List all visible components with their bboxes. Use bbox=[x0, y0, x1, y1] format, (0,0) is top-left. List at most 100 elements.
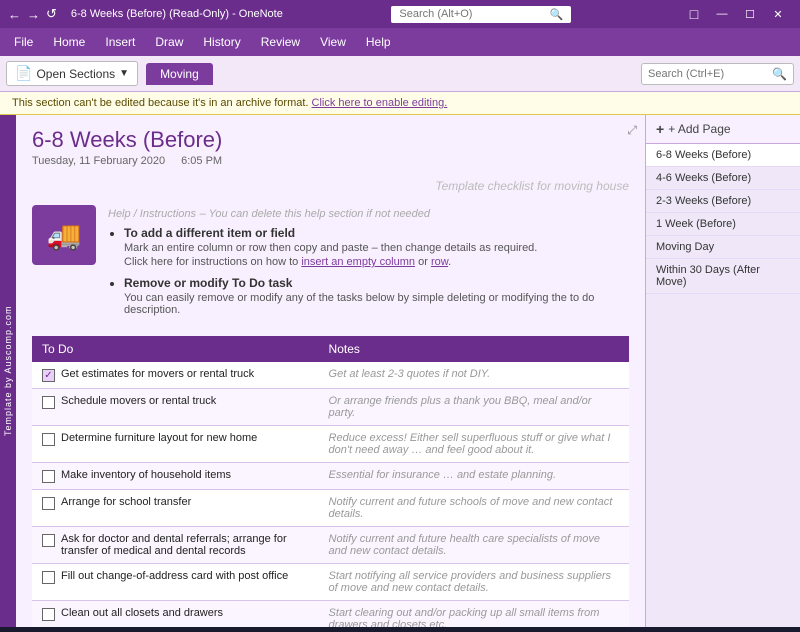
title-search-input[interactable] bbox=[399, 8, 545, 20]
help-item-1: To add a different item or field Mark an… bbox=[124, 226, 629, 268]
main-layout: Template by Auscomp.com ⤢ 6-8 Weeks (Bef… bbox=[0, 115, 800, 627]
page-item[interactable]: Moving Day bbox=[646, 236, 800, 259]
menu-draw[interactable]: Draw bbox=[145, 31, 193, 53]
page-item[interactable]: 2-3 Weeks (Before) bbox=[646, 190, 800, 213]
table-row: ✓ Get estimates for movers or rental truc… bbox=[32, 362, 629, 389]
task-label: Determine furniture layout for new home bbox=[61, 432, 257, 444]
search-box[interactable]: 🔍 bbox=[641, 63, 794, 85]
note-title: 6-8 Weeks (Before) bbox=[32, 127, 629, 153]
task-cell: ✓ Get estimates for movers or rental truc… bbox=[32, 362, 319, 389]
minimize-button[interactable]: — bbox=[708, 0, 736, 28]
task-label: Make inventory of household items bbox=[61, 469, 231, 481]
todo-checkbox[interactable]: ✓ bbox=[42, 369, 55, 382]
toolbar-row: 📄 Open Sections ▼ Moving 🔍 bbox=[0, 56, 800, 92]
add-icon: + bbox=[656, 121, 664, 137]
table-row: Clean out all closets and drawers Start c… bbox=[32, 601, 629, 628]
task-label: Clean out all closets and drawers bbox=[61, 607, 223, 619]
page-item[interactable]: 1 Week (Before) bbox=[646, 213, 800, 236]
task-label: Arrange for school transfer bbox=[61, 496, 191, 508]
notes-cell: Essential for insurance … and estate pla… bbox=[319, 463, 629, 490]
menu-home[interactable]: Home bbox=[43, 31, 95, 53]
task-cell: Arrange for school transfer bbox=[32, 490, 319, 527]
menu-view[interactable]: View bbox=[310, 31, 356, 53]
menu-file[interactable]: File bbox=[4, 31, 43, 53]
notes-cell: Start clearing out and/or packing up all… bbox=[319, 601, 629, 628]
open-sections-label: Open Sections bbox=[36, 67, 115, 81]
page-item[interactable]: 4-6 Weeks (Before) bbox=[646, 167, 800, 190]
task-cell: Schedule movers or rental truck bbox=[32, 389, 319, 426]
insert-column-link[interactable]: insert an empty column bbox=[301, 256, 415, 268]
notebook-icon-btn[interactable]: □ bbox=[680, 0, 708, 28]
table-row: Ask for doctor and dental referrals; arr… bbox=[32, 527, 629, 564]
help-item-2-text: You can easily remove or modify any of t… bbox=[124, 292, 629, 316]
task-label: Schedule movers or rental truck bbox=[61, 395, 216, 407]
task-cell: Clean out all closets and drawers bbox=[32, 601, 319, 628]
warning-text: This section can't be edited because it'… bbox=[12, 97, 312, 109]
search-icon: 🔍 bbox=[550, 8, 564, 21]
content-area: ⤢ 6-8 Weeks (Before) Tuesday, 11 Februar… bbox=[16, 115, 645, 627]
task-cell: Determine furniture layout for new home bbox=[32, 426, 319, 463]
menu-review[interactable]: Review bbox=[251, 31, 310, 53]
help-title: Help / Instructions – You can delete thi… bbox=[108, 205, 629, 220]
todo-checkbox[interactable] bbox=[42, 534, 55, 547]
note-time: 6:05 PM bbox=[181, 155, 222, 167]
note-date: Tuesday, 11 February 2020 bbox=[32, 155, 165, 167]
maximize-button[interactable]: ☐ bbox=[736, 0, 764, 28]
enable-editing-link[interactable]: Click here to enable editing. bbox=[312, 97, 448, 109]
todo-table: To Do Notes ✓Get estimates for movers or… bbox=[32, 336, 629, 627]
notes-cell: Get at least 2-3 quotes if not DIY. bbox=[319, 362, 629, 389]
add-page-button[interactable]: + + Add Page bbox=[646, 115, 800, 144]
expand-icon[interactable]: ⤢ bbox=[627, 123, 637, 138]
todo-checkbox[interactable] bbox=[42, 497, 55, 510]
page-item[interactable]: Within 30 Days (After Move) bbox=[646, 259, 800, 294]
left-strip: Template by Auscomp.com bbox=[0, 115, 16, 627]
menu-help[interactable]: Help bbox=[356, 31, 401, 53]
search-input[interactable] bbox=[648, 68, 768, 80]
insert-row-link[interactable]: row bbox=[431, 256, 448, 268]
todo-checkbox[interactable] bbox=[42, 571, 55, 584]
menu-bar: File Home Insert Draw History Review Vie… bbox=[0, 28, 800, 56]
todo-checkbox[interactable] bbox=[42, 608, 55, 621]
task-label: Fill out change-of-address card with pos… bbox=[61, 570, 288, 582]
help-item-2-heading: Remove or modify To Do task bbox=[124, 276, 292, 290]
help-item-1-link-text: Click here for instructions on how to in… bbox=[124, 256, 629, 268]
warning-banner: This section can't be edited because it'… bbox=[0, 92, 800, 115]
table-row: Determine furniture layout for new homeR… bbox=[32, 426, 629, 463]
page-item[interactable]: 6-8 Weeks (Before) bbox=[646, 144, 800, 167]
app-back-icon[interactable]: ← bbox=[8, 7, 21, 22]
table-row: Arrange for school transfer Notify curren… bbox=[32, 490, 629, 527]
todo-checkbox[interactable] bbox=[42, 396, 55, 409]
title-bar-left: ← → ↺ 6-8 Weeks (Before) (Read-Only) - O… bbox=[8, 6, 283, 22]
menu-insert[interactable]: Insert bbox=[95, 31, 145, 53]
open-sections-button[interactable]: 📄 Open Sections ▼ bbox=[6, 61, 138, 86]
task-cell: Fill out change-of-address card with pos… bbox=[32, 564, 319, 601]
chevron-down-icon: ▼ bbox=[119, 68, 129, 79]
left-strip-text: Template by Auscomp.com bbox=[3, 306, 13, 437]
add-page-label: + Add Page bbox=[668, 122, 730, 136]
title-bar: ← → ↺ 6-8 Weeks (Before) (Read-Only) - O… bbox=[0, 0, 800, 28]
menu-history[interactable]: History bbox=[193, 31, 250, 53]
task-cell: Make inventory of household items bbox=[32, 463, 319, 490]
task-cell: Ask for doctor and dental referrals; arr… bbox=[32, 527, 319, 564]
close-button[interactable]: ✕ bbox=[764, 0, 792, 28]
table-row: Fill out change-of-address card with pos… bbox=[32, 564, 629, 601]
table-body: ✓ Get estimates for movers or rental truc… bbox=[32, 362, 629, 627]
title-search-box[interactable]: 🔍 bbox=[391, 6, 571, 23]
todo-checkbox[interactable] bbox=[42, 470, 55, 483]
table-row: Make inventory of household items Essenti… bbox=[32, 463, 629, 490]
app-forward-icon[interactable]: → bbox=[27, 7, 40, 22]
help-section: 🚚 Help / Instructions – You can delete t… bbox=[32, 205, 629, 324]
todo-checkbox[interactable] bbox=[42, 433, 55, 446]
help-subtitle: – You can delete this help section if no… bbox=[200, 208, 430, 220]
right-panel: + + Add Page 6-8 Weeks (Before)4-6 Weeks… bbox=[645, 115, 800, 627]
app-undo-icon[interactable]: ↺ bbox=[46, 6, 57, 22]
help-item-1-heading: To add a different item or field bbox=[124, 226, 295, 240]
moving-tab[interactable]: Moving bbox=[146, 63, 213, 85]
task-label: Get estimates for movers or rental truck bbox=[61, 368, 254, 380]
search-icon: 🔍 bbox=[772, 67, 787, 81]
truck-icon: 🚚 bbox=[32, 205, 96, 265]
notes-cell: Notify current and future schools of mov… bbox=[319, 490, 629, 527]
page-list: 6-8 Weeks (Before)4-6 Weeks (Before)2-3 … bbox=[646, 144, 800, 627]
help-text: Help / Instructions – You can delete thi… bbox=[108, 205, 629, 324]
template-label: Template checklist for moving house bbox=[32, 179, 629, 193]
